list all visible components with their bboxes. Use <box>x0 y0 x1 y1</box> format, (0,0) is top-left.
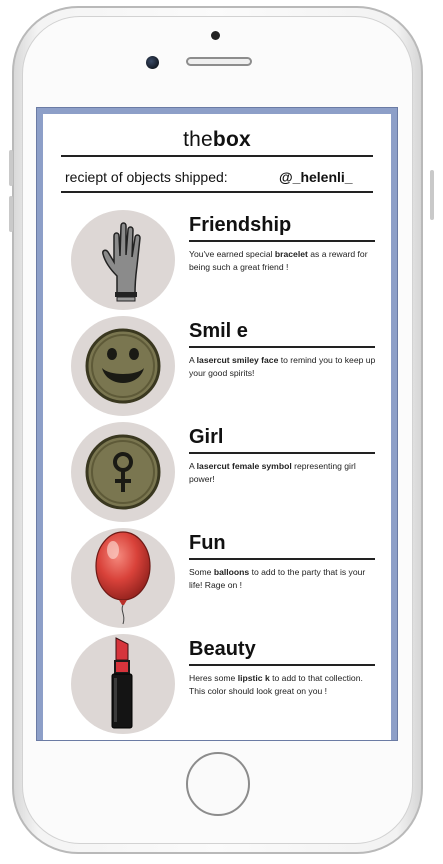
volume-up-button <box>9 150 13 186</box>
user-handle[interactable]: @_helenli_ <box>279 169 353 185</box>
item-description: A lasercut female symbol representing gi… <box>189 461 356 484</box>
list-item: Girl A lasercut female symbol representi… <box>43 422 391 526</box>
receipt-label: reciept of objects shipped: <box>65 169 228 185</box>
brand-bold: box <box>212 128 251 151</box>
item-description: Heres some lipstic k to add to that coll… <box>189 673 363 696</box>
item-rule <box>189 558 375 560</box>
home-button[interactable] <box>186 752 250 816</box>
item-title: Fun <box>189 532 226 554</box>
list-item: Smil e A lasercut smiley face to remind … <box>43 316 391 420</box>
item-rule <box>189 346 375 348</box>
power-button <box>430 170 434 220</box>
item-image-circle <box>71 210 175 310</box>
receipt-paper: thebox reciept of objects shipped: @_hel… <box>43 114 391 740</box>
front-camera-icon <box>146 56 159 69</box>
item-title: Girl <box>189 426 224 448</box>
phone-screen: thebox reciept of objects shipped: @_hel… <box>36 107 398 741</box>
list-item: Friendship You've earned special bracele… <box>43 210 391 314</box>
brand-prefix: the <box>183 128 213 151</box>
glove-icon <box>102 222 141 302</box>
item-title: Friendship <box>189 214 292 236</box>
receipt-rule <box>61 191 373 193</box>
item-image-circle <box>71 316 175 416</box>
item-description: Some balloons to add to the party that i… <box>189 567 366 590</box>
app-logo: thebox <box>43 128 391 152</box>
smiley-face-icon <box>85 328 161 404</box>
item-title: Beauty <box>189 638 256 660</box>
proximity-sensor-icon <box>211 31 220 40</box>
item-description: You've earned special bracelet as a rewa… <box>189 249 368 272</box>
item-rule <box>189 240 375 242</box>
volume-down-button <box>9 196 13 232</box>
item-image-circle <box>71 528 175 628</box>
header-rule <box>61 155 373 157</box>
balloon-icon <box>95 531 151 625</box>
item-title: Smil e <box>189 320 248 342</box>
female-symbol-icon <box>85 434 161 510</box>
item-rule <box>189 664 375 666</box>
list-item: Beauty Heres some lipstic k to add to th… <box>43 634 391 738</box>
item-image-circle <box>71 422 175 522</box>
item-rule <box>189 452 375 454</box>
earpiece-speaker <box>186 57 252 66</box>
item-description: A lasercut smiley face to remind you to … <box>189 355 376 378</box>
list-item: Fun Some balloons to add to the party th… <box>43 528 391 632</box>
item-image-circle <box>71 634 175 734</box>
lipstick-icon <box>111 637 133 729</box>
